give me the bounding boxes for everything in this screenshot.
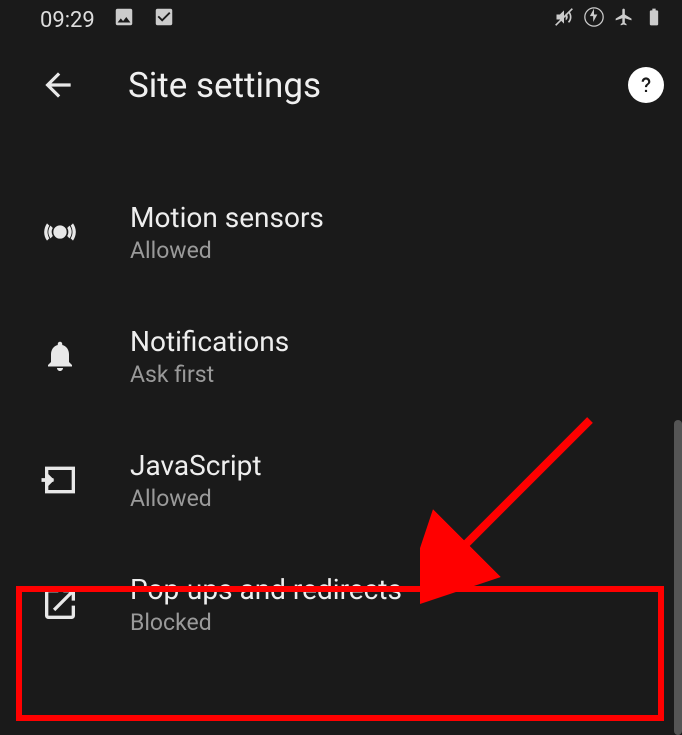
notifications-icon <box>30 338 90 374</box>
motion-sensors-icon <box>30 212 90 252</box>
setting-popups-redirects[interactable]: Pop-ups and redirects Blocked <box>0 542 682 666</box>
status-bar: 09:29 <box>0 0 682 40</box>
checkbox-icon <box>153 6 175 34</box>
image-icon <box>113 6 135 34</box>
page-title: Site settings <box>128 65 321 106</box>
battery-icon <box>644 7 664 33</box>
setting-motion-sensors[interactable]: Motion sensors Allowed <box>0 170 682 294</box>
setting-notifications[interactable]: Notifications Ask first <box>0 294 682 418</box>
setting-title: JavaScript <box>130 448 262 483</box>
setting-title: Notifications <box>130 324 289 359</box>
scrollbar[interactable] <box>674 420 682 735</box>
setting-title: Pop-ups and redirects <box>130 572 402 607</box>
status-time: 09:29 <box>40 8 95 33</box>
setting-subtitle: Allowed <box>130 485 262 512</box>
help-icon <box>633 72 659 98</box>
arrow-back-icon <box>39 66 77 104</box>
app-bar: Site settings <box>0 40 682 130</box>
settings-list: Motion sensors Allowed Notifications Ask… <box>0 130 682 666</box>
popups-icon <box>30 584 90 624</box>
help-button[interactable] <box>628 67 664 103</box>
setting-subtitle: Ask first <box>130 361 289 388</box>
setting-subtitle: Blocked <box>130 609 402 636</box>
airplane-icon <box>614 7 634 33</box>
setting-javascript[interactable]: JavaScript Allowed <box>0 418 682 542</box>
javascript-icon <box>30 460 90 500</box>
battery-saver-icon <box>584 7 604 33</box>
mute-icon <box>554 7 574 33</box>
setting-title: Motion sensors <box>130 200 324 235</box>
setting-subtitle: Allowed <box>130 237 324 264</box>
back-button[interactable] <box>30 57 86 113</box>
